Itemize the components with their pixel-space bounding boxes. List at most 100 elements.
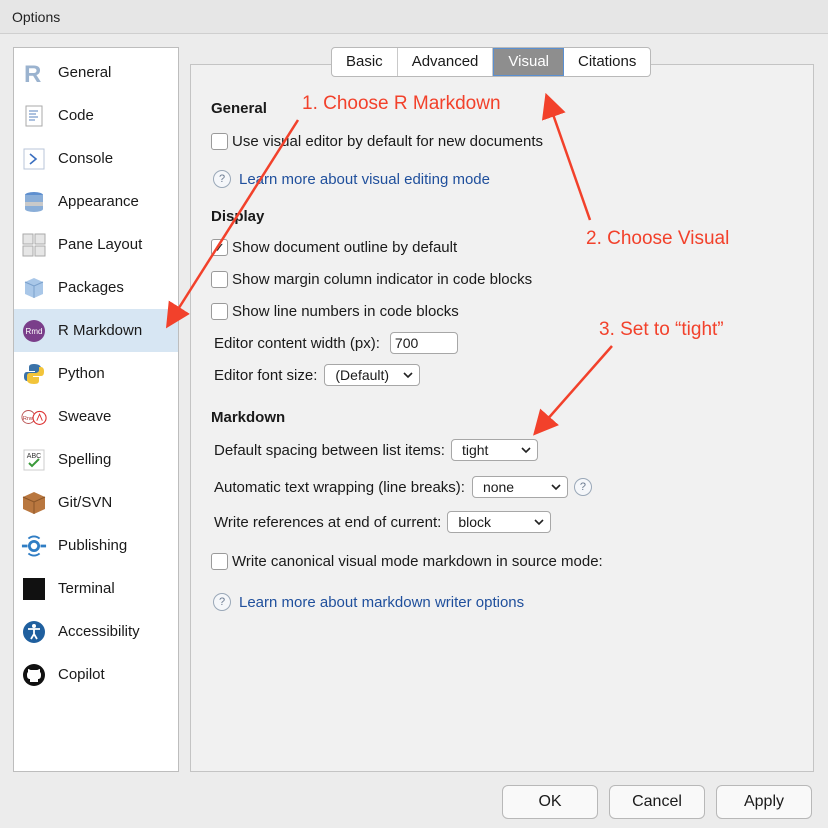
show-line-numbers-row: Show line numbers in code blocks [211, 303, 459, 320]
section-title-general: General [211, 100, 267, 117]
settings-panel: General Use visual editor by default for… [190, 64, 814, 772]
chevron-down-icon [534, 519, 544, 526]
github-icon [21, 662, 47, 688]
sidebar-item-general[interactable]: R General [14, 51, 178, 94]
text-wrapping-value: none [482, 479, 515, 495]
text-wrapping-label: Automatic text wrapping (line breaks): [214, 478, 465, 496]
sidebar-item-label: Copilot [58, 666, 105, 683]
packages-icon [21, 275, 47, 301]
sidebar-item-label: Terminal [58, 580, 115, 597]
sidebar-item-appearance[interactable]: Appearance [14, 180, 178, 223]
sidebar-item-git-svn[interactable]: Git/SVN [14, 481, 178, 524]
list-spacing-row: Default spacing between list items: tigh… [214, 439, 538, 461]
show-line-numbers-checkbox[interactable] [211, 303, 228, 320]
content-width-row: Editor content width (px): 700 [214, 332, 458, 354]
sidebar-item-console[interactable]: Console [14, 137, 178, 180]
chevron-down-icon [521, 447, 531, 454]
tab-advanced[interactable]: Advanced [398, 48, 494, 76]
references-row: Write references at end of current: bloc… [214, 511, 552, 533]
sidebar-item-label: Accessibility [58, 623, 140, 640]
sidebar-item-r-markdown[interactable]: Rmd R Markdown [14, 309, 178, 352]
section-title-display: Display [211, 208, 265, 225]
console-prompt-icon [21, 146, 47, 172]
sidebar-item-label: Python [58, 365, 105, 382]
references-select[interactable]: block [447, 511, 552, 533]
canonical-label: Write canonical visual mode markdown in … [232, 553, 603, 570]
show-outline-row: ✓ Show document outline by default [211, 239, 457, 256]
show-margin-row: Show margin column indicator in code blo… [211, 271, 532, 288]
tab-visual[interactable]: Visual [493, 48, 564, 76]
sidebar-item-copilot[interactable]: Copilot [14, 653, 178, 696]
sidebar: R General Code Console Appearance Pane L… [13, 47, 179, 772]
r-logo-icon: R [21, 60, 47, 86]
text-wrapping-select[interactable]: none [471, 476, 568, 498]
terminal-icon [21, 576, 47, 602]
cancel-button[interactable]: Cancel [609, 785, 705, 819]
sidebar-item-label: General [58, 64, 112, 81]
show-margin-label: Show margin column indicator in code blo… [232, 271, 533, 288]
chevron-down-icon [551, 484, 561, 491]
pane-layout-icon [21, 232, 47, 258]
show-outline-label: Show document outline by default [232, 239, 458, 256]
window-title: Options [12, 9, 61, 25]
sidebar-item-spelling[interactable]: ABC Spelling [14, 438, 178, 481]
show-outline-checkbox[interactable]: ✓ [211, 239, 228, 256]
svg-text:ABC: ABC [27, 453, 41, 460]
svg-text:R: R [24, 61, 41, 85]
sweave-icon: Rnw [21, 404, 47, 430]
tab-citations[interactable]: Citations [564, 48, 650, 76]
learn-visual-editing-link[interactable]: Learn more about visual editing mode [239, 171, 490, 188]
sidebar-item-label: Packages [58, 279, 124, 296]
list-spacing-select[interactable]: tight [450, 439, 538, 461]
ok-button[interactable]: OK [502, 785, 598, 819]
annotation-step1: 1. Choose R Markdown [302, 93, 501, 114]
tab-bar: Basic Advanced Visual Citations [331, 47, 652, 77]
help-icon: ? [213, 593, 231, 611]
tab-basic[interactable]: Basic [332, 48, 398, 76]
content-width-input[interactable]: 700 [389, 332, 458, 354]
sidebar-item-accessibility[interactable]: Accessibility [14, 610, 178, 653]
sidebar-item-code[interactable]: Code [14, 94, 178, 137]
apply-button[interactable]: Apply [716, 785, 812, 819]
sidebar-item-label: Spelling [58, 451, 112, 468]
sidebar-item-label: Publishing [58, 537, 128, 554]
title-bar: Options [0, 0, 828, 34]
annotation-step2: 2. Choose Visual [586, 228, 730, 249]
sidebar-item-packages[interactable]: Packages [14, 266, 178, 309]
use-visual-editor-checkbox[interactable] [211, 133, 228, 150]
canonical-row: Write canonical visual mode markdown in … [211, 553, 603, 570]
font-size-label: Editor font size: [214, 366, 318, 384]
help-icon: ? [213, 170, 231, 188]
sidebar-item-label: Sweave [58, 408, 112, 425]
sidebar-item-label: Git/SVN [58, 494, 113, 511]
list-spacing-label: Default spacing between list items: [214, 441, 445, 459]
list-spacing-value: tight [461, 442, 489, 458]
show-line-numbers-label: Show line numbers in code blocks [232, 303, 459, 320]
font-size-value: (Default) [335, 367, 390, 383]
learn-writer-row: ? Learn more about markdown writer optio… [213, 593, 524, 611]
accessibility-icon [21, 619, 47, 645]
font-size-select[interactable]: (Default) [324, 364, 421, 386]
sidebar-item-label: Console [58, 150, 114, 167]
sidebar-item-python[interactable]: Python [14, 352, 178, 395]
content-width-label: Editor content width (px): [214, 334, 380, 352]
use-visual-editor-row: Use visual editor by default for new doc… [211, 133, 543, 150]
text-wrapping-row: Automatic text wrapping (line breaks): n… [214, 476, 600, 498]
help-icon[interactable]: ? [573, 478, 592, 496]
sidebar-item-publishing[interactable]: Publishing [14, 524, 178, 567]
sidebar-item-terminal[interactable]: Terminal [14, 567, 178, 610]
learn-writer-options-link[interactable]: Learn more about markdown writer options [239, 594, 524, 611]
spelling-icon: ABC [21, 447, 47, 473]
rmd-icon: Rmd [21, 318, 47, 344]
appearance-icon [21, 189, 47, 215]
references-value: block [458, 514, 492, 530]
sidebar-item-sweave[interactable]: Rnw Sweave [14, 395, 178, 438]
code-document-icon [21, 103, 47, 129]
font-size-row: Editor font size: (Default) [214, 364, 421, 386]
canonical-checkbox[interactable] [211, 553, 228, 570]
git-box-icon [21, 490, 47, 516]
svg-text:Rmd: Rmd [26, 327, 43, 336]
sidebar-item-pane-layout[interactable]: Pane Layout [14, 223, 178, 266]
show-margin-checkbox[interactable] [211, 271, 228, 288]
sidebar-item-label: Pane Layout [58, 236, 143, 253]
